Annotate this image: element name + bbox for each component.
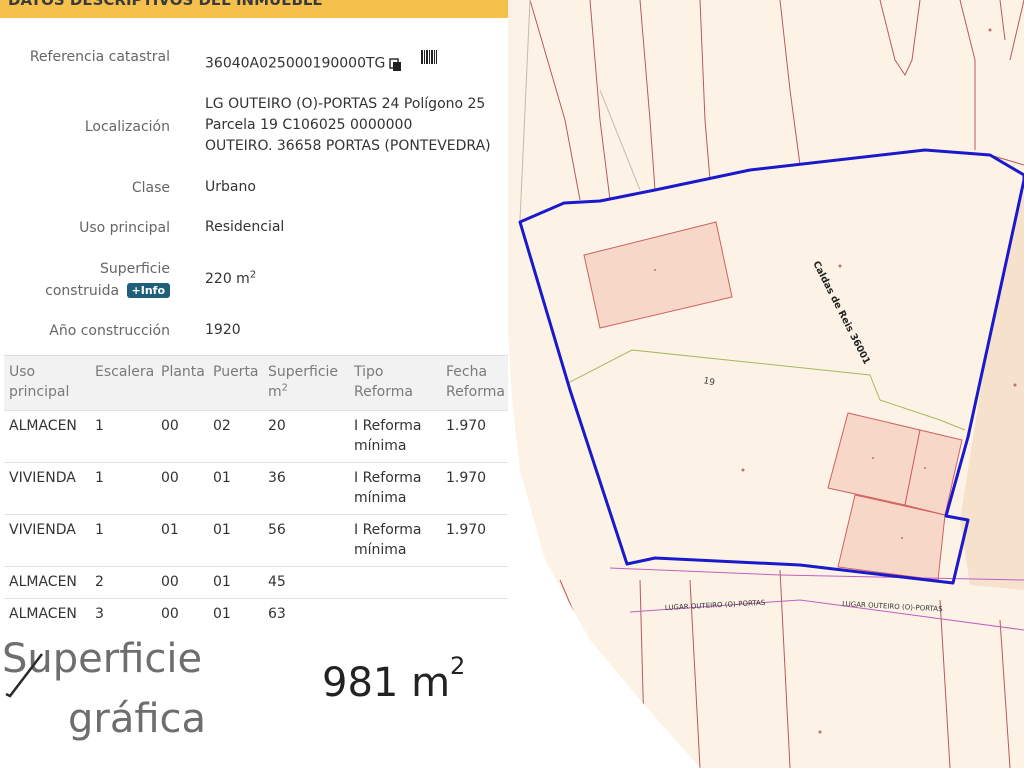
cell-puerta: 01 <box>208 598 263 630</box>
cell-superficie: 36 <box>263 462 349 515</box>
cell-escalera: 1 <box>90 410 156 463</box>
cell-planta: 00 <box>156 598 208 630</box>
barcode-icon[interactable] <box>421 50 438 64</box>
superficie-unit-sup: 2 <box>249 269 257 281</box>
superficie-label-line-1: Superficie <box>99 261 170 277</box>
localizacion-line-2: Parcela 19 C106025 0000000 <box>205 117 413 133</box>
localizacion-label: Localización <box>84 119 170 135</box>
cell-escalera: 1 <box>90 514 156 567</box>
superficie-amount: 220 m <box>205 271 250 287</box>
cell-uso: VIVIENDA <box>4 514 90 567</box>
table-row: ALMACEN 3 00 01 63 <box>4 598 508 630</box>
cell-fecha <box>441 598 508 630</box>
cell-uso: ALMACEN <box>4 410 90 463</box>
table-header-row: Uso principal Escalera Planta Puerta Supe… <box>4 355 508 411</box>
table-row: VIVIENDA 1 00 01 36 I Reforma mínima 1.97… <box>4 462 508 515</box>
construction-units-table: Uso principal Escalera Planta Puerta Supe… <box>4 355 508 630</box>
referencia-value[interactable]: 36040A025000190000TG <box>205 56 385 72</box>
referencia-label: Referencia catastral <box>29 49 170 65</box>
table-row: ALMACEN 2 00 01 45 <box>4 566 508 599</box>
cell-uso: VIVIENDA <box>4 462 90 515</box>
clase-value: Urbano <box>205 179 256 195</box>
localizacion-line-1: LG OUTEIRO (O)-PORTAS 24 Polígono 25 <box>205 96 486 112</box>
cell-tipo: I Reforma mínima <box>349 462 441 515</box>
cell-tipo: I Reforma mínima <box>349 514 441 567</box>
superficie-value: 220 m2 <box>205 269 505 290</box>
referencia-value-wrap: 36040A025000190000TG <box>205 50 505 77</box>
handwritten-mark-icon <box>5 653 43 698</box>
cell-escalera: 2 <box>90 566 156 599</box>
table-row: ALMACEN 1 00 02 20 I Reforma mínima 1.970 <box>4 410 508 463</box>
cell-superficie: 20 <box>263 410 349 463</box>
cell-fecha: 1.970 <box>441 410 508 463</box>
surface-graphic-amount: 981 m <box>322 660 451 706</box>
cell-puerta: 01 <box>208 514 263 567</box>
cell-puerta: 01 <box>208 566 263 599</box>
localizacion-value: LG OUTEIRO (O)-PORTAS 24 Polígono 25 Par… <box>205 94 505 157</box>
cell-tipo: I Reforma mínima <box>349 410 441 463</box>
cell-tipo <box>349 598 441 630</box>
cell-tipo <box>349 566 441 599</box>
superficie-label: Superficie construida +Info <box>10 258 170 302</box>
cell-escalera: 3 <box>90 598 156 630</box>
th-puerta: Puerta <box>208 355 263 411</box>
property-details-panel: DATOS DESCRIPTIVOS DEL INMUEBLE Referenc… <box>0 0 508 768</box>
th-planta: Planta <box>156 355 208 411</box>
cell-superficie: 45 <box>263 566 349 599</box>
th-fecha: Fecha Reforma <box>441 355 508 411</box>
cell-puerta: 02 <box>208 410 263 463</box>
cell-uso: ALMACEN <box>4 598 90 630</box>
cell-escalera: 1 <box>90 462 156 515</box>
cell-fecha: 1.970 <box>441 462 508 515</box>
cell-planta: 00 <box>156 410 208 463</box>
cell-uso: ALMACEN <box>4 566 90 599</box>
localizacion-line-3: OUTEIRO. 36658 PORTAS (PONTEVEDRA) <box>205 138 491 154</box>
copy-icon[interactable] <box>389 58 403 72</box>
table-row: VIVIENDA 1 01 01 56 I Reforma mínima 1.97… <box>4 514 508 567</box>
clase-label: Clase <box>131 180 170 196</box>
anio-value: 1920 <box>205 322 241 338</box>
cell-planta: 00 <box>156 566 208 599</box>
th-superficie: Superficie m2 <box>263 355 349 411</box>
cell-planta: 01 <box>156 514 208 567</box>
cell-superficie: 56 <box>263 514 349 567</box>
cell-superficie: 63 <box>263 598 349 630</box>
panel-header: DATOS DESCRIPTIVOS DEL INMUEBLE <box>0 0 508 18</box>
surface-graphic-value: 981 m2 <box>322 654 465 706</box>
cell-fecha <box>441 566 508 599</box>
th-tipo: Tipo Reforma <box>349 355 441 411</box>
th-escalera: Escalera <box>90 355 156 411</box>
cell-planta: 00 <box>156 462 208 515</box>
panel-title: DATOS DESCRIPTIVOS DEL INMUEBLE <box>8 0 323 9</box>
cell-fecha: 1.970 <box>441 514 508 567</box>
cell-puerta: 01 <box>208 462 263 515</box>
surface-graphic-unit-sup: 2 <box>450 652 466 680</box>
superficie-label-text: construida <box>45 283 120 299</box>
superficie-label-line-2: construida +Info <box>10 280 170 302</box>
uso-label: Uso principal <box>79 220 170 236</box>
surface-graphic-label-line-2: gráfica <box>68 696 207 742</box>
th-uso: Uso principal <box>4 355 90 411</box>
info-button[interactable]: +Info <box>126 283 170 298</box>
uso-value: Residencial <box>205 219 285 235</box>
anio-label: Año construcción <box>49 323 170 339</box>
